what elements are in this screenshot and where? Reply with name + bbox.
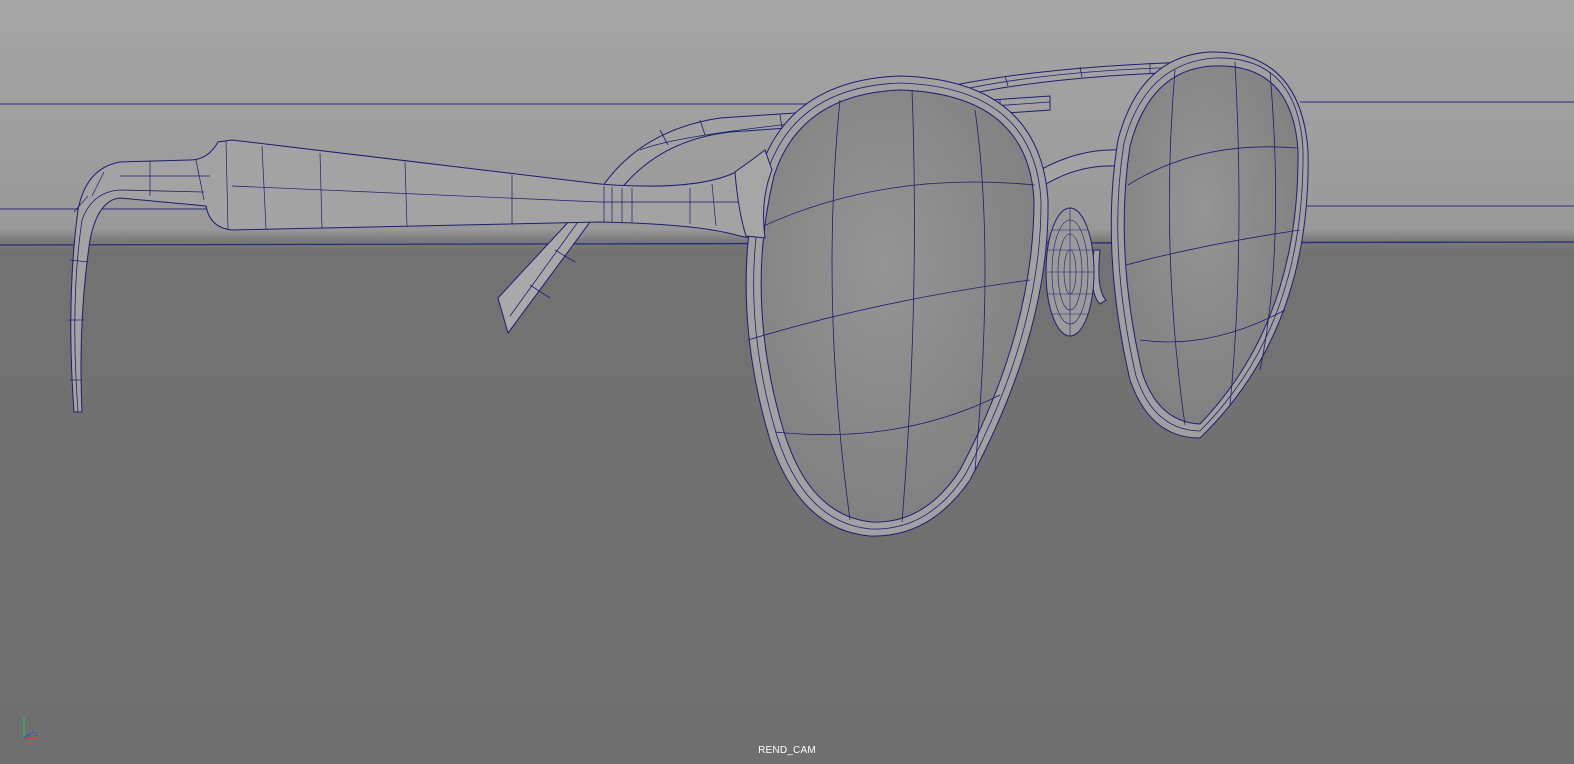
nose-pad[interactable] <box>1045 207 1095 337</box>
camera-label: REND_CAM <box>758 745 816 756</box>
viewport-scene[interactable] <box>0 0 1574 764</box>
svg-text:z: z <box>35 732 38 738</box>
xyz-axis-icon: z <box>23 718 38 739</box>
3d-viewport[interactable]: z REND_CAM <box>0 0 1574 764</box>
